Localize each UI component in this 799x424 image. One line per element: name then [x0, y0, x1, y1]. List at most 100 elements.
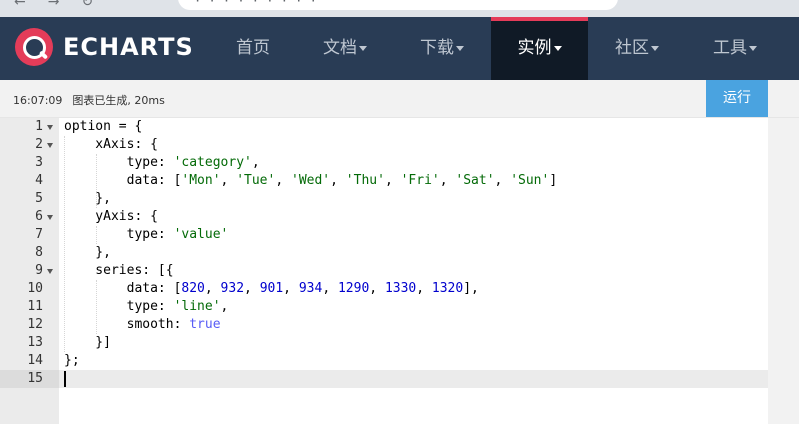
logo-text: ECHARTS — [63, 33, 194, 61]
chevron-down-icon — [456, 45, 464, 51]
code-token: }, — [64, 245, 111, 260]
line-number: 11 — [27, 299, 43, 314]
line-number: 4 — [35, 173, 43, 188]
code-token: , — [275, 173, 291, 188]
line-number: 14 — [27, 353, 43, 368]
text-cursor — [64, 371, 66, 387]
code-token: 1330 — [384, 281, 417, 296]
site-navbar: ECHARTS 首页 文档 下载 实例 社区 工具 — [0, 17, 799, 80]
code-token: , — [439, 173, 456, 188]
code-token: xAxis: { — [64, 137, 158, 152]
line-number: 15 — [27, 371, 43, 386]
code-token: 'category' — [173, 155, 252, 170]
status-text: 16:07:09 图表已生成, 20ms — [13, 92, 165, 108]
nav-item-home[interactable]: 首页 — [221, 17, 285, 80]
echarts-logo[interactable]: ECHARTS — [15, 27, 194, 67]
code-token: 932 — [220, 281, 245, 296]
code-token: , — [384, 173, 401, 188]
code-token: }; — [64, 353, 80, 368]
nav-item-label: 文档 — [323, 38, 357, 58]
code-token: , — [330, 173, 346, 188]
nav-item-label: 实例 — [517, 38, 552, 58]
code-token: series: [{ — [64, 263, 174, 278]
chevron-down-icon — [749, 45, 757, 51]
nav-item-docs[interactable]: 文档 — [305, 17, 385, 80]
code-token: type: — [64, 299, 174, 314]
code-line: }, — [64, 190, 111, 208]
line-number: 1 — [35, 119, 43, 134]
code-editor[interactable]: 1 2 3 4 5 6 7 8 9 10 11 12 13 14 15 option = { xAxis: … — [0, 118, 799, 424]
code-token: , — [322, 281, 338, 296]
code-token: data: [ — [64, 281, 182, 296]
code-line: option = { — [64, 118, 142, 136]
line-number-gutter: 1 2 3 4 5 6 7 8 9 10 11 12 13 14 15 — [0, 118, 59, 424]
chevron-down-icon — [553, 45, 562, 51]
code-token: 901 — [259, 281, 284, 296]
echarts-logo-icon — [15, 28, 53, 66]
code-line: xAxis: { — [64, 136, 158, 154]
code-token: 1290 — [337, 281, 370, 296]
code-line: }; — [64, 352, 80, 370]
code-token: , — [416, 281, 432, 296]
code-line: series: [{ — [64, 262, 174, 280]
code-token: option = { — [64, 119, 143, 134]
line-number: 2 — [35, 137, 43, 152]
code-token: 'Thu' — [345, 173, 385, 188]
code-token: 'Wed' — [291, 173, 331, 188]
nav-item-examples[interactable]: 实例 — [491, 17, 588, 80]
run-button[interactable]: 运行 — [706, 80, 768, 117]
active-line-highlight — [59, 370, 768, 388]
line-number: 6 — [35, 209, 43, 224]
code-line: type: 'value' — [64, 226, 229, 244]
fold-toggle-icon[interactable] — [47, 125, 53, 130]
nav-item-tools[interactable]: 工具 — [695, 17, 775, 80]
code-token: , — [251, 155, 260, 170]
address-bar-text: · · · · · · · · · — [194, 0, 317, 8]
nav-item-community[interactable]: 社区 — [597, 17, 677, 80]
code-token: ], — [463, 281, 479, 296]
code-token: , — [220, 173, 237, 188]
code-text-area[interactable]: option = { xAxis: { type: 'category', da… — [59, 118, 783, 424]
code-token: smooth: — [64, 317, 190, 332]
code-token: , — [283, 281, 299, 296]
line-number: 13 — [27, 335, 43, 350]
line-number: 5 — [35, 191, 43, 206]
line-number: 10 — [27, 281, 43, 296]
code-line: type: 'category', — [64, 154, 260, 172]
code-token: 'Fri' — [400, 173, 440, 188]
browser-nav-icons[interactable]: ←→↻ — [14, 0, 115, 10]
code-token: }, — [64, 191, 111, 206]
code-token: , — [369, 281, 385, 296]
status-time: 16:07:09 — [13, 94, 63, 107]
code-token: type: — [64, 227, 174, 242]
code-token: 820 — [181, 281, 205, 296]
code-line: }] — [64, 334, 111, 352]
fold-toggle-icon[interactable] — [47, 143, 53, 148]
code-line: data: [820, 932, 901, 934, 1290, 1330, 1… — [64, 280, 479, 298]
fold-toggle-icon[interactable] — [47, 215, 53, 220]
chevron-down-icon — [359, 45, 367, 51]
nav-item-download[interactable]: 下载 — [402, 17, 482, 80]
chevron-down-icon — [651, 45, 659, 51]
fold-toggle-icon[interactable] — [47, 269, 53, 274]
code-token: 'Tue' — [236, 173, 276, 188]
code-line: yAxis: { — [64, 208, 158, 226]
code-line: type: 'line', — [64, 298, 229, 316]
code-token: , — [204, 281, 221, 296]
nav-item-label: 首页 — [236, 38, 270, 58]
code-token: true — [189, 317, 221, 332]
line-number: 9 — [35, 263, 43, 278]
code-token: 'Sat' — [455, 173, 495, 188]
code-token: 1320 — [431, 281, 464, 296]
code-token: ] — [549, 173, 558, 188]
code-token: type: — [64, 155, 174, 170]
code-line: smooth: true — [64, 316, 221, 334]
code-token: }] — [64, 335, 111, 350]
line-number: 7 — [35, 227, 43, 242]
code-token: 934 — [298, 281, 323, 296]
browser-toolbar: ←→↻ · · · · · · · · · — [0, 0, 799, 17]
line-number: 8 — [35, 245, 43, 260]
code-token: , — [244, 281, 260, 296]
line-number: 3 — [35, 155, 43, 170]
code-token: yAxis: { — [64, 209, 158, 224]
